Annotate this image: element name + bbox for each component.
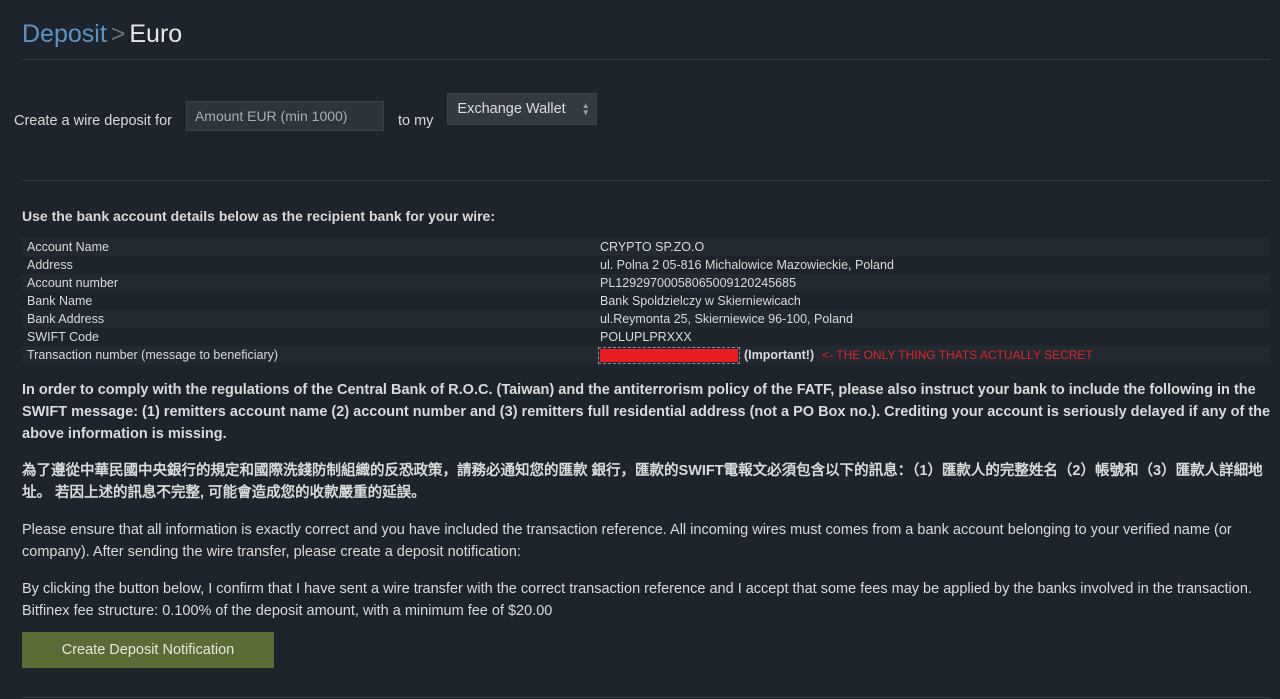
bank-detail-row: Address ul. Polna 2 05-816 Michalowice Ma… [22, 256, 1270, 274]
confirm-paragraph: By clicking the button below, I confirm … [22, 581, 1252, 619]
breadcrumb-current: Euro [129, 20, 183, 48]
row-value: ul. Polna 2 05-816 Michalowice Mazowieck… [600, 258, 894, 272]
transaction-number-row: Transaction number (message to beneficia… [22, 346, 1270, 365]
row-value: PL12929700058065009120245685 [595, 274, 1270, 292]
bank-detail-row: Bank Address ul.Reymonta 25, Skierniewice… [22, 310, 1270, 328]
bank-details-table: Account Name CRYPTO SP.ZO.O Address ul. Pol… [22, 238, 1270, 365]
regulation-english: In order to comply with the regulations … [22, 382, 1271, 442]
amount-input[interactable] [185, 101, 384, 131]
row-value: Bank Spoldzielczy w Skierniewicach [600, 294, 801, 308]
bank-detail-row: SWIFT Code POLUPLPRXXX [22, 328, 1270, 346]
divider [22, 697, 1270, 698]
form-prefix-label: Create a wire deposit for [14, 113, 172, 129]
select-arrows-icon: ▲ ▼ [581, 101, 590, 117]
form-middle-label: to my [397, 113, 434, 129]
page-title: Deposit > Euro [22, 20, 182, 49]
bank-detail-row: Bank Name Bank Spoldzielczy w Skierniewic… [22, 292, 1270, 310]
create-deposit-notification-button[interactable]: Create Deposit Notification [22, 632, 274, 668]
row-label: Bank Name [27, 294, 93, 308]
secret-annotation: <- THE ONLY THING THATS ACTUALLY SECRET [822, 347, 1093, 362]
breadcrumb-separator: > [110, 20, 126, 48]
row-value: (Important!) <- THE ONLY THING THATS ACTU… [595, 346, 1270, 365]
row-label: Account number [22, 274, 595, 292]
regulation-chinese: 為了遵從中華民國中央銀行的規定和國際洗錢防制組織的反恐政策，請務必通知您的匯款 … [22, 463, 1263, 501]
important-label: (Important!) [744, 347, 815, 362]
redacted-transaction-number [598, 347, 740, 365]
wallet-select[interactable]: Exchange Wallet ▲ ▼ [447, 93, 597, 125]
row-label: Account Name [22, 238, 595, 256]
divider [22, 59, 1270, 60]
wallet-selected-value: Exchange Wallet [457, 101, 566, 117]
breadcrumb-deposit[interactable]: Deposit [22, 20, 107, 48]
bank-detail-row: Account number PL129297000580650091202456… [22, 274, 1270, 292]
bank-details-heading: Use the bank account details below as th… [22, 208, 496, 224]
row-value: POLUPLPRXXX [600, 330, 692, 344]
row-label: Address [27, 258, 73, 272]
row-value: CRYPTO SP.ZO.O [595, 238, 1270, 256]
row-label: Transaction number (message to beneficia… [22, 346, 595, 364]
row-label: Bank Address [22, 310, 595, 328]
bank-detail-row: Account Name CRYPTO SP.ZO.O [22, 238, 1270, 256]
row-label: SWIFT Code [27, 330, 100, 344]
deposit-form: Create a wire deposit for to my Exchange… [14, 93, 597, 132]
ensure-paragraph: Please ensure that all information is ex… [22, 522, 1232, 560]
divider [22, 180, 1270, 181]
row-value: ul.Reymonta 25, Skierniewice 96-100, Pol… [595, 310, 1270, 328]
